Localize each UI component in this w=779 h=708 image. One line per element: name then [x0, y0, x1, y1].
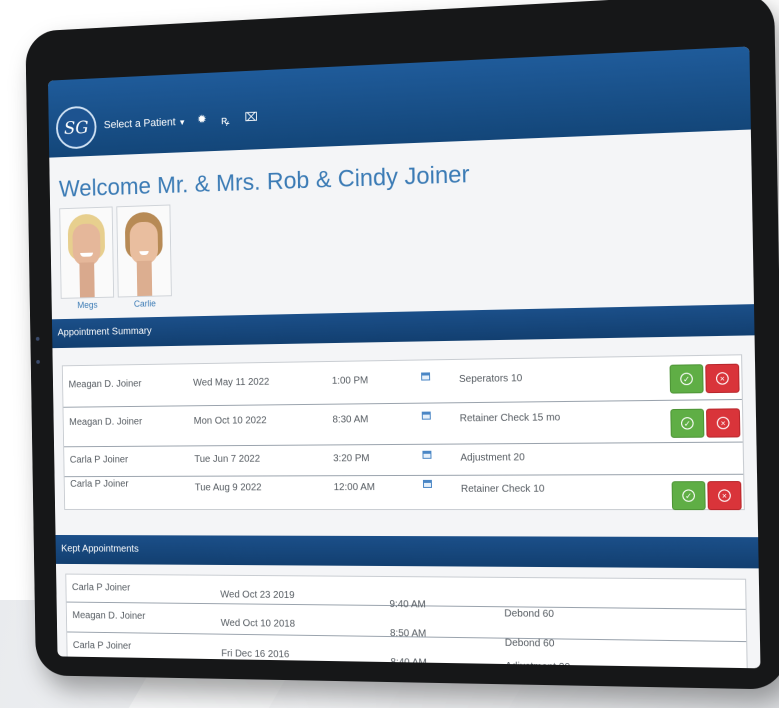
appointment-time: 8:30 AM [332, 414, 368, 425]
cancel-button[interactable]: × [705, 364, 739, 393]
cancel-button[interactable]: × [707, 481, 741, 510]
kept-date: Wed Oct 23 2019 [220, 589, 294, 601]
patient-card-carlie[interactable]: Carlie [116, 205, 172, 310]
appointment-date: Tue Jun 7 2022 [194, 454, 260, 465]
app-screen: SG Select a Patient ▼ ✹ ꝶ ⌧ Welcome Mr. &… [48, 46, 760, 668]
kept-type: Adjustment 20 [505, 661, 570, 668]
x-circle-icon: × [717, 417, 730, 430]
appointment-time: 12:00 AM [334, 482, 375, 493]
patient-photo [116, 205, 172, 298]
appointment-date: Wed May 11 2022 [193, 377, 269, 389]
calendar-icon[interactable] [423, 480, 432, 488]
appointment-type: Retainer Check 10 [461, 484, 545, 495]
appointment-patient: Carla P Joiner [70, 455, 128, 466]
appointment-type: Seperators 10 [459, 373, 522, 385]
select-patient-label: Select a Patient [104, 116, 176, 131]
appointment-summary-header: Appointment Summary [52, 304, 755, 348]
appointment-patient: Meagan D. Joiner [68, 379, 141, 391]
kept-patient: Meagan D. Joiner [72, 610, 145, 622]
appointment-date: Mon Oct 10 2022 [194, 415, 267, 427]
appointment-patient: Carla P Joiner [70, 479, 128, 490]
appointment-patient: Meagan D. Joiner [69, 417, 142, 428]
check-circle-icon: ✓ [681, 417, 694, 430]
table-row: Meagan D. Joiner Wed May 11 2022 1:00 PM… [63, 355, 742, 407]
x-circle-icon: × [716, 372, 729, 385]
patient-name: Carlie [118, 298, 172, 309]
appointment-date: Tue Aug 9 2022 [195, 482, 262, 493]
appointment-summary-table: Meagan D. Joiner Wed May 11 2022 1:00 PM… [62, 354, 745, 510]
patient-photo [59, 206, 114, 298]
device-side-button [36, 360, 40, 364]
x-circle-icon: × [718, 489, 731, 501]
calendar-icon[interactable] [422, 451, 431, 459]
check-circle-icon: ✓ [680, 373, 693, 386]
appointment-type: Retainer Check 15 mo [460, 412, 561, 424]
patient-card-megs[interactable]: Megs [59, 206, 114, 310]
appointment-time: 1:00 PM [332, 375, 369, 386]
kept-appointments-header: Kept Appointments [56, 535, 759, 568]
select-patient-dropdown[interactable]: Select a Patient ▼ [104, 116, 186, 131]
kept-time: 8:40 AM [390, 657, 426, 668]
kept-appointments-table: Carla P Joiner Wed Oct 23 2019 9:40 AM D… [65, 574, 747, 669]
check-circle-icon: ✓ [682, 489, 695, 501]
map-icon[interactable]: ⌧ [244, 110, 257, 124]
practice-logo[interactable]: SG [56, 105, 97, 149]
gear-icon[interactable]: ✹ [197, 112, 207, 126]
calendar-icon[interactable] [422, 412, 431, 420]
kept-date: Wed Oct 10 2018 [221, 618, 295, 630]
confirm-button[interactable]: ✓ [672, 481, 706, 510]
user-walking-icon[interactable]: ꝶ [221, 111, 230, 128]
confirm-button[interactable]: ✓ [670, 364, 704, 393]
calendar-icon[interactable] [421, 372, 430, 380]
device-side-button [36, 337, 40, 341]
top-navbar: SG Select a Patient ▼ ✹ ꝶ ⌧ [48, 46, 751, 157]
kept-patient: Carla P Joiner [72, 582, 130, 593]
kept-date: Fri Dec 16 2016 [221, 648, 289, 660]
welcome-heading: Welcome Mr. & Mrs. Rob & Cindy Joiner [59, 161, 470, 204]
table-row: Meagan D. Joiner Mon Oct 10 2022 8:30 AM… [63, 400, 742, 447]
confirm-button[interactable]: ✓ [670, 409, 704, 438]
table-row: Carla P Joiner Tue Jun 7 2022 3:20 PM Ad… [64, 443, 743, 478]
table-row: Carla P Joiner Tue Aug 9 2022 12:00 AM R… [65, 475, 744, 512]
appointment-time: 3:20 PM [333, 453, 370, 464]
tablet-device: SG Select a Patient ▼ ✹ ꝶ ⌧ Welcome Mr. &… [25, 0, 779, 690]
cancel-button[interactable]: × [706, 408, 740, 437]
appointment-type: Adjustment 20 [460, 452, 525, 463]
kept-patient: Carla P Joiner [73, 640, 132, 652]
caret-down-icon: ▼ [178, 118, 186, 127]
patient-name: Megs [61, 300, 115, 311]
